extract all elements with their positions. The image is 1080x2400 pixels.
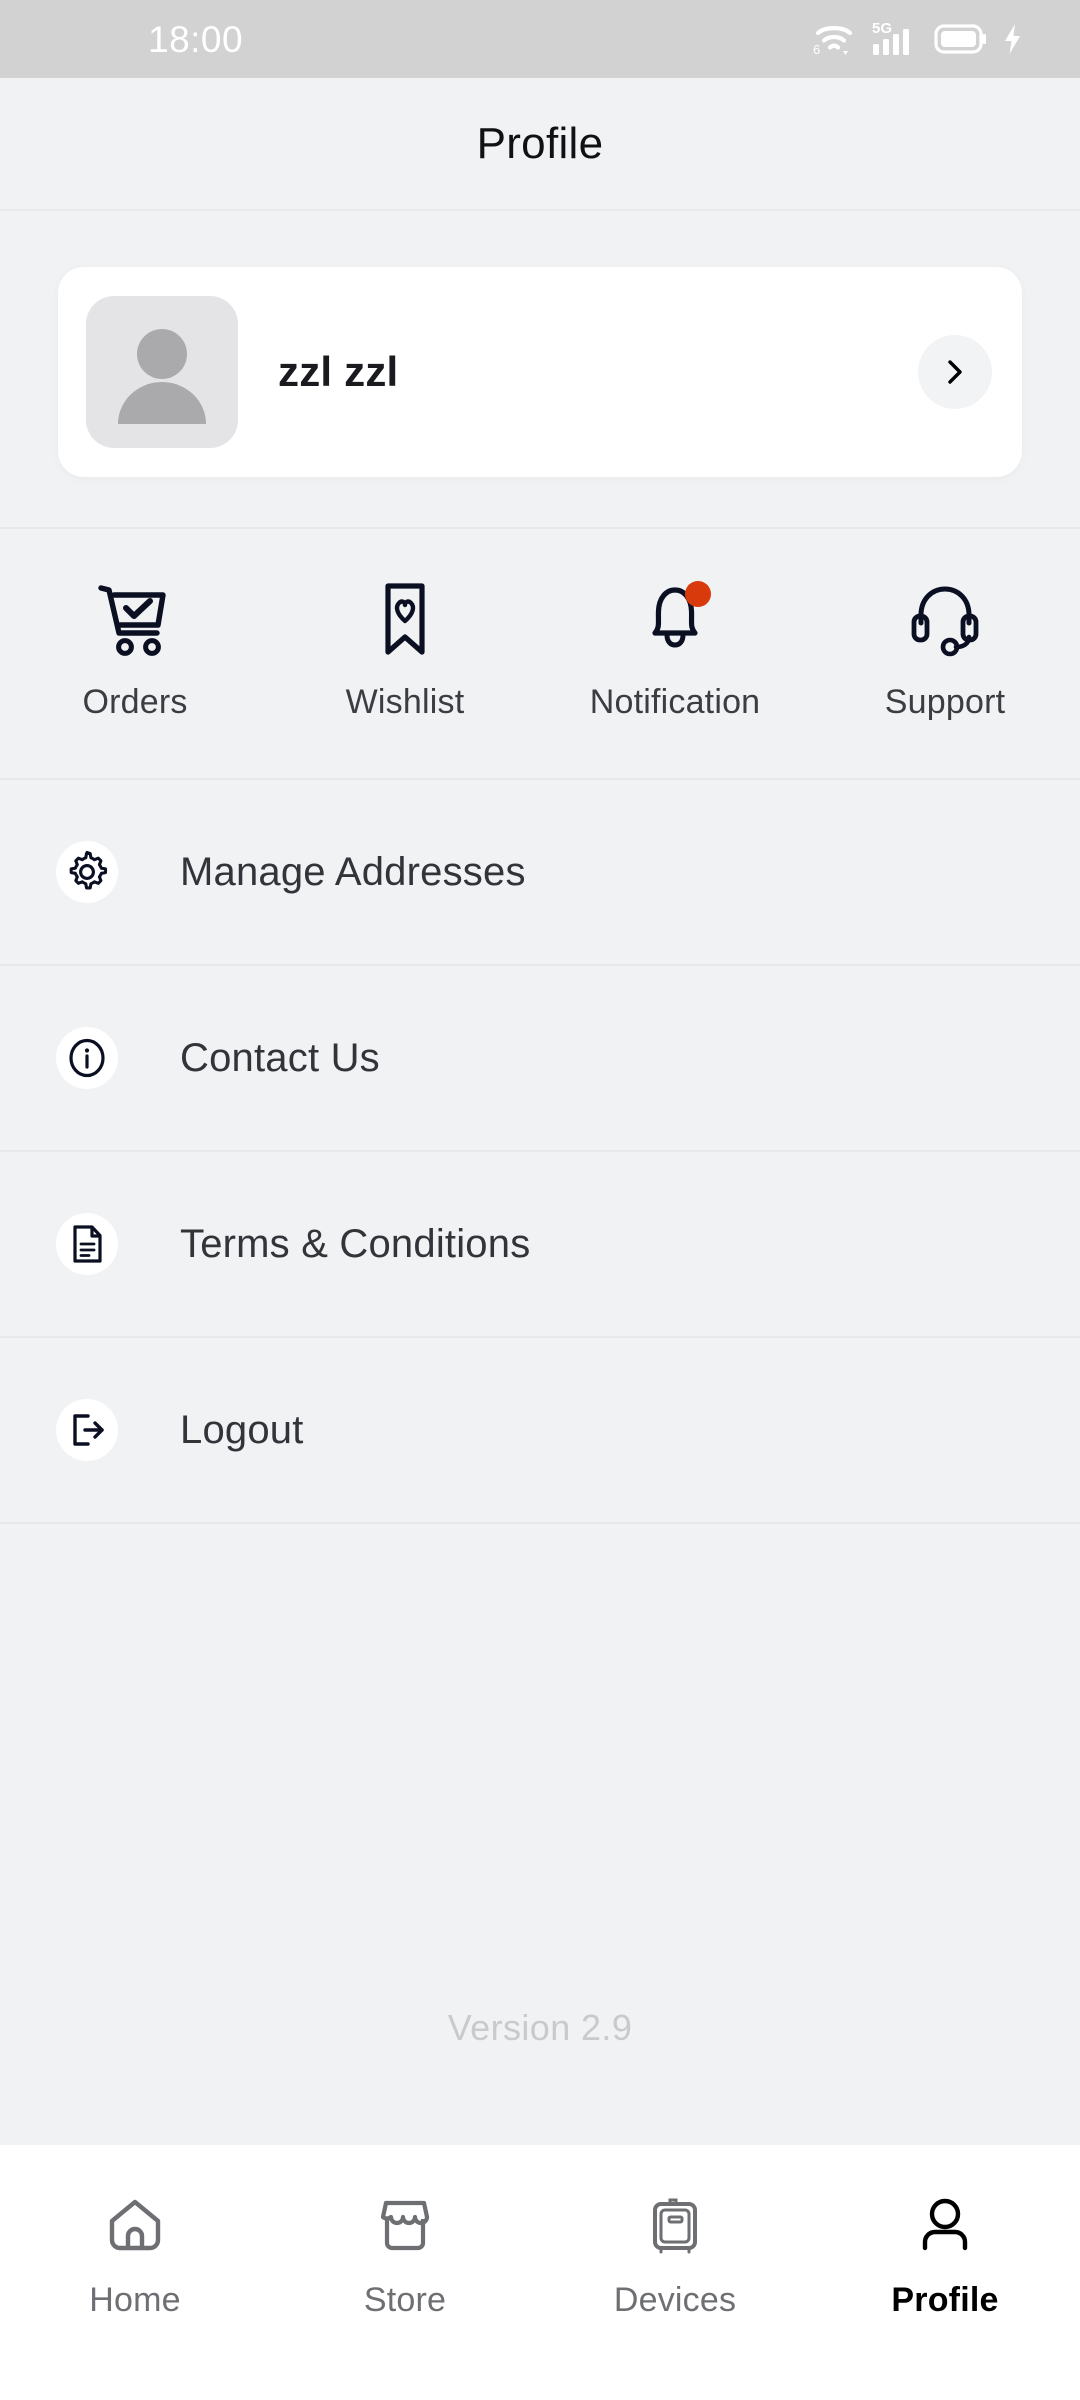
bell-icon [633, 577, 717, 661]
quick-action-label: Notification [589, 683, 761, 721]
quick-action-orders[interactable]: Orders [0, 577, 270, 722]
5g-signal-icon: 5G [872, 18, 920, 60]
person-icon [910, 2191, 980, 2261]
menu-item-label: Manage Addresses [180, 849, 526, 894]
quick-action-support[interactable]: Support [810, 577, 1080, 722]
headset-icon [903, 577, 987, 661]
nav-item-devices[interactable]: Devices [540, 2191, 810, 2320]
svg-text:6: 6 [813, 42, 820, 57]
nav-item-home[interactable]: Home [0, 2191, 270, 2320]
menu-item-contact-us[interactable]: Contact Us [0, 966, 1080, 1152]
quick-action-label: Support [884, 683, 1006, 721]
quick-action-label: Wishlist [345, 683, 465, 721]
menu-item-label: Logout [180, 1407, 304, 1452]
home-icon [100, 2191, 170, 2261]
logout-icon [56, 1399, 118, 1461]
phone-screen: 18:00 6 5G Profile zzl zzl Orders Wishli… [0, 0, 1080, 2400]
content-spacer: Version 2.9 [0, 1524, 1080, 2145]
menu-item-terms-conditions[interactable]: Terms & Conditions [0, 1152, 1080, 1338]
app-version: Version 2.9 [447, 2007, 633, 2048]
status-icons: 6 5G [812, 18, 1024, 60]
shopping-cart-check-icon [93, 577, 177, 661]
page-title: Profile [476, 118, 604, 168]
quick-action-notification[interactable]: Notification [540, 577, 810, 722]
quick-actions-row: Orders Wishlist Notification Support [0, 527, 1080, 780]
battery-icon [934, 22, 988, 56]
avatar [86, 296, 238, 448]
bookmark-heart-icon [363, 577, 447, 661]
charging-bolt-icon [1002, 22, 1024, 56]
menu-item-label: Contact Us [180, 1035, 380, 1080]
page-header: Profile [0, 78, 1080, 211]
quick-action-label: Orders [82, 683, 188, 721]
nav-item-label: Devices [613, 2281, 737, 2319]
profile-card[interactable]: zzl zzl [58, 267, 1022, 477]
bottom-navigation: Home Store Devices Profile [0, 2145, 1080, 2400]
gear-icon [56, 841, 118, 903]
svg-text:5G: 5G [872, 20, 892, 37]
menu-item-label: Terms & Conditions [180, 1221, 531, 1266]
menu-list: Manage Addresses Contact Us Terms & Cond… [0, 780, 1080, 1524]
wifi-6-icon: 6 [812, 19, 858, 59]
profile-card-section: zzl zzl [0, 211, 1080, 527]
notification-badge [685, 581, 711, 607]
status-time: 18:00 [148, 18, 244, 60]
nav-item-label: Home [89, 2281, 181, 2319]
menu-item-manage-addresses[interactable]: Manage Addresses [0, 780, 1080, 966]
profile-detail-button[interactable] [918, 335, 992, 409]
document-icon [56, 1213, 118, 1275]
chevron-right-icon [938, 355, 972, 389]
person-placeholder-icon [86, 296, 238, 448]
quick-action-wishlist[interactable]: Wishlist [270, 577, 540, 722]
status-bar: 18:00 6 5G [0, 0, 1080, 78]
nav-item-store[interactable]: Store [270, 2191, 540, 2320]
profile-name: zzl zzl [278, 348, 399, 395]
nav-item-label: Store [363, 2281, 447, 2319]
store-icon [370, 2191, 440, 2261]
menu-item-logout[interactable]: Logout [0, 1338, 1080, 1524]
nav-item-profile[interactable]: Profile [810, 2191, 1080, 2320]
nav-item-label: Profile [891, 2281, 999, 2319]
devices-icon [640, 2191, 710, 2261]
info-circle-icon [56, 1027, 118, 1089]
